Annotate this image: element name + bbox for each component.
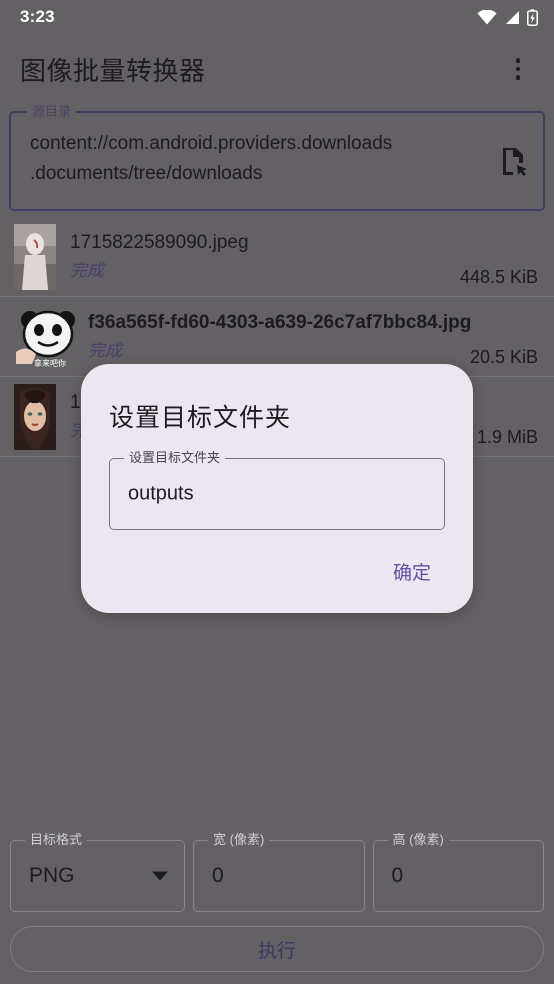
file-size: 1.9 MiB	[476, 427, 538, 447]
file-picker-icon[interactable]	[498, 145, 530, 177]
set-target-folder-dialog: 设置目标文件夹 设置目标文件夹 outputs 确定	[81, 364, 473, 613]
app-root: 3:23 图像批量转换器 源目录 content://com.android.p…	[0, 0, 554, 984]
height-value: 0	[391, 864, 404, 887]
target-format-value: PNG	[29, 864, 75, 887]
cellular-signal-icon	[504, 10, 520, 25]
file-name: 1715822589090.jpeg	[70, 232, 249, 253]
file-meta: f36a565f-fd60-4303-a639-26c7af7bbc84.jpg…	[88, 312, 472, 361]
dialog-title: 设置目标文件夹	[109, 404, 292, 432]
source-directory-field[interactable]: 源目录 content://com.android.providers.down…	[9, 104, 545, 211]
target-format-label: 目标格式	[25, 832, 88, 848]
table-row[interactable]: 1715822589090.jpeg 完成 448.5 KiB	[0, 217, 554, 297]
confirm-button[interactable]: 确定	[379, 548, 445, 595]
target-folder-value: outputs	[128, 482, 194, 505]
height-field[interactable]: 高 (像素) 0	[372, 832, 544, 912]
status-bar: 3:23	[0, 0, 554, 34]
conversion-settings-row: 目标格式 PNG 宽 (像素) 0 高 (像素) 0	[10, 832, 544, 912]
source-directory-label: 源目录	[27, 104, 77, 120]
chevron-down-icon[interactable]	[152, 871, 168, 881]
target-format-select[interactable]: 目标格式 PNG	[10, 832, 185, 912]
svg-text:拿来吧你: 拿来吧你	[34, 358, 66, 368]
height-label: 高 (像素)	[387, 832, 449, 848]
dialog-actions: 确定	[105, 530, 449, 603]
wifi-icon	[477, 9, 497, 25]
width-label: 宽 (像素)	[208, 832, 270, 848]
page-title: 图像批量转换器	[20, 55, 206, 86]
file-meta: 1715822589090.jpeg 完成	[70, 232, 460, 281]
target-folder-input[interactable]: 设置目标文件夹 outputs	[109, 450, 445, 530]
file-size: 448.5 KiB	[459, 267, 538, 287]
source-directory-value: content://com.android.providers.download…	[30, 133, 393, 184]
file-size: 20.5 KiB	[469, 347, 538, 367]
status-badge: 完成	[88, 341, 122, 360]
app-bar: 图像批量转换器	[0, 34, 554, 104]
bottom-controls: 目标格式 PNG 宽 (像素) 0 高 (像素) 0 执行	[0, 832, 554, 984]
file-name: f36a565f-fd60-4303-a639-26c7af7bbc84.jpg	[88, 312, 472, 333]
status-icons	[477, 8, 538, 26]
target-folder-label: 设置目标文件夹	[124, 450, 226, 466]
panda-meme-thumbnail: 拿来吧你	[14, 303, 88, 370]
width-field[interactable]: 宽 (像素) 0	[193, 832, 365, 912]
execute-button[interactable]: 执行	[10, 926, 544, 972]
width-value: 0	[212, 864, 224, 887]
overflow-menu-icon[interactable]	[496, 47, 540, 91]
figure-photo-thumbnail	[14, 223, 56, 290]
status-badge: 完成	[70, 261, 104, 280]
portrait-photo-thumbnail	[14, 383, 56, 450]
battery-charging-icon	[527, 8, 538, 26]
status-time: 3:23	[20, 7, 55, 26]
